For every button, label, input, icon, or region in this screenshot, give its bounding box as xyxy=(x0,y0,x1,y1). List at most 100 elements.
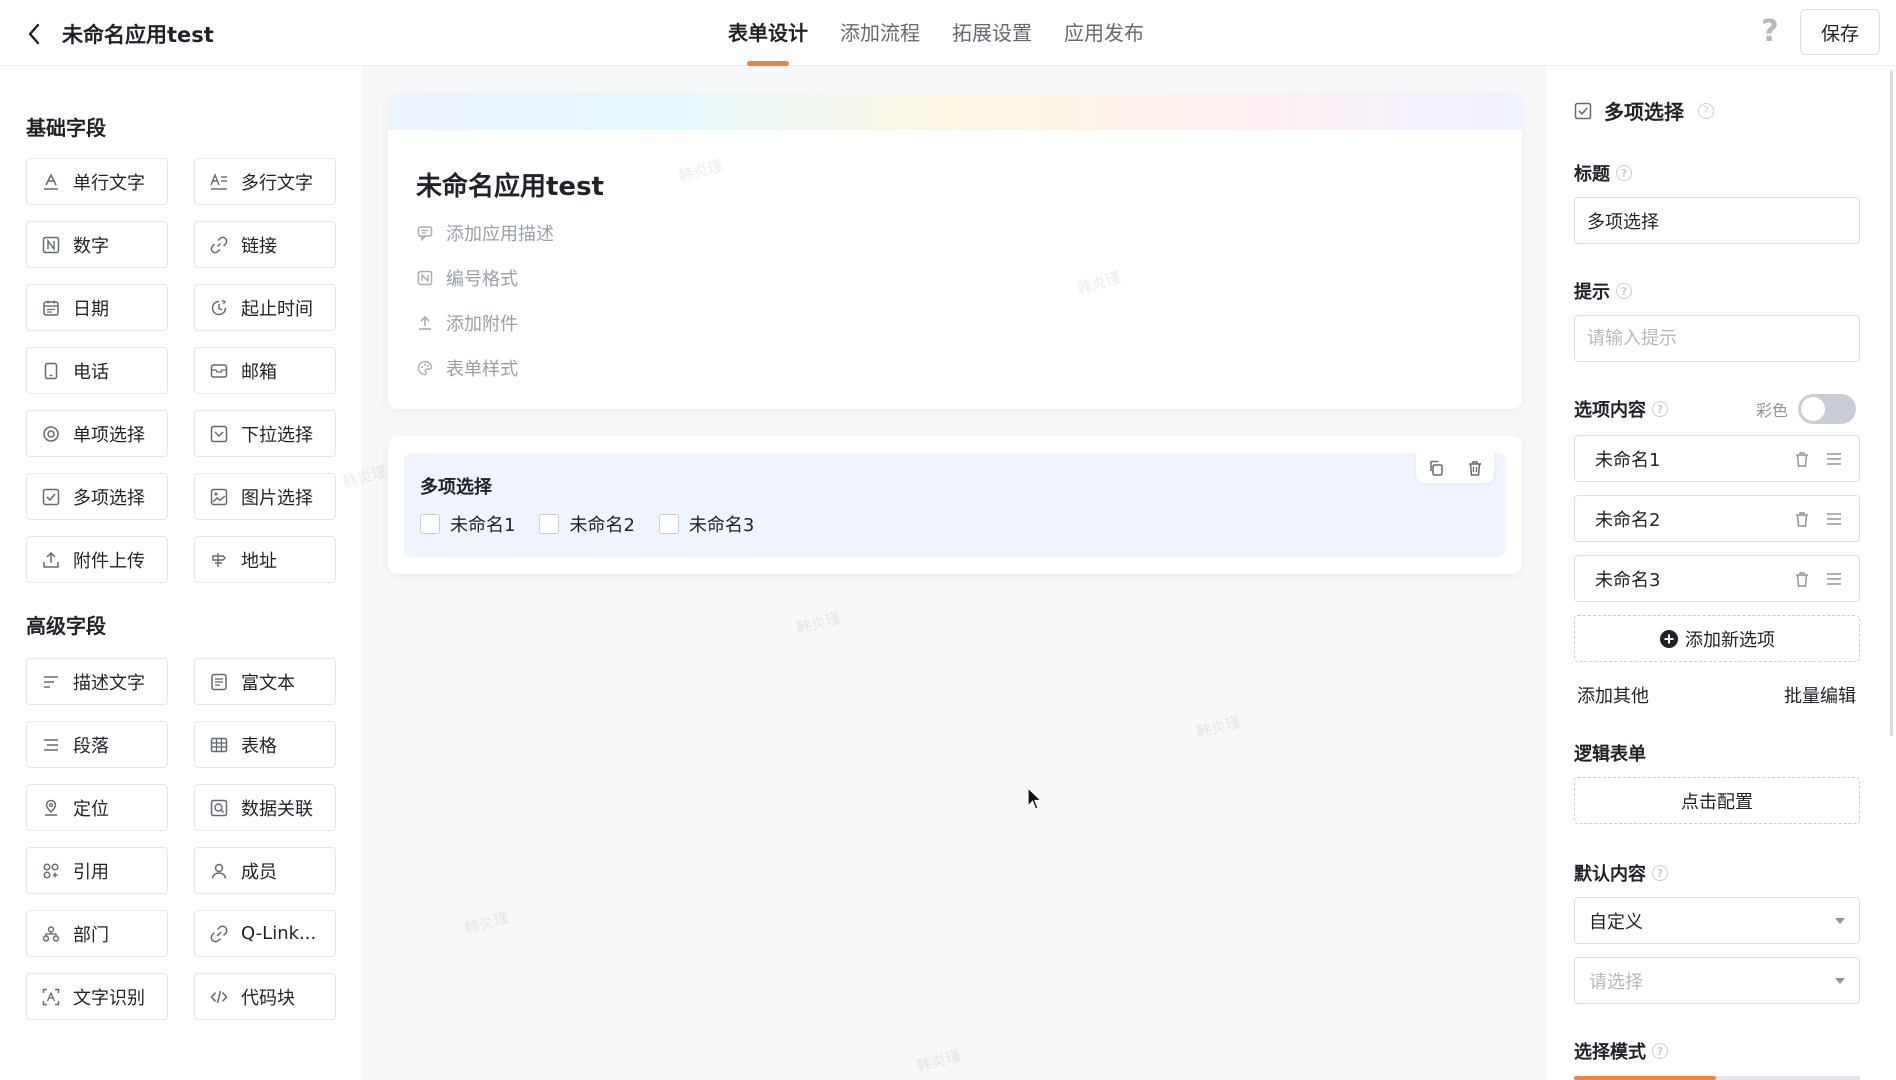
text-line-icon xyxy=(41,172,61,192)
palette-field-rich-text[interactable]: 富文本 xyxy=(194,658,336,705)
palette-field-reference[interactable]: 引用 xyxy=(26,847,168,894)
comment-icon xyxy=(416,224,434,242)
number-format-link[interactable]: 编号格式 xyxy=(416,265,518,291)
palette-field-time-range[interactable]: 起止时间 xyxy=(194,284,336,331)
palette-field-upload[interactable]: 附件上传 xyxy=(26,536,168,583)
palette-field-dropdown[interactable]: 下拉选择 xyxy=(194,410,336,457)
option-editor-row[interactable]: 未命名2 xyxy=(1574,495,1860,542)
tab-app-publish[interactable]: 应用发布 xyxy=(1064,0,1144,66)
palette-field-label: 邮箱 xyxy=(241,361,277,383)
palette-field-mail[interactable]: 邮箱 xyxy=(194,347,336,394)
question-icon[interactable]: ? xyxy=(1616,283,1632,299)
palette-field-code[interactable]: 代码块 xyxy=(194,973,336,1020)
trash-icon[interactable] xyxy=(1791,448,1813,470)
checkbox[interactable] xyxy=(539,514,560,534)
palette-field-paragraph[interactable]: 段落 xyxy=(26,721,168,768)
multi-select-field[interactable]: 多项选择 未命名1 未命名2 未命名3 xyxy=(404,453,1506,557)
back-button[interactable] xyxy=(18,18,50,50)
question-icon[interactable]: ? xyxy=(1652,1043,1668,1059)
trash-icon[interactable] xyxy=(1464,457,1486,479)
palette-field-radio[interactable]: 单项选择 xyxy=(26,410,168,457)
trash-icon[interactable] xyxy=(1791,568,1813,590)
field-toolbar xyxy=(1416,453,1494,483)
default-value-select[interactable]: 请选择 xyxy=(1574,957,1860,1004)
palette-field-table[interactable]: 表格 xyxy=(194,721,336,768)
option-editor-label[interactable]: 未命名3 xyxy=(1595,566,1781,592)
option-editor-row[interactable]: 未命名3 xyxy=(1574,555,1860,602)
option-editor-label[interactable]: 未命名1 xyxy=(1595,446,1781,472)
palette-field-text-multiline[interactable]: 多行文字 xyxy=(194,158,336,205)
tab-add-process[interactable]: 添加流程 xyxy=(840,0,920,66)
default-mode-select[interactable]: 自定义 xyxy=(1574,897,1860,944)
palette-field-checkbox[interactable]: 多项选择 xyxy=(26,473,168,520)
option-editor-label[interactable]: 未命名2 xyxy=(1595,506,1781,532)
palette-field-member[interactable]: 成员 xyxy=(194,847,336,894)
tab-form-design[interactable]: 表单设计 xyxy=(728,0,808,66)
palette-field-label: 链接 xyxy=(241,235,277,257)
add-option-button[interactable]: 添加新选项 xyxy=(1574,615,1860,662)
palette-field-phone[interactable]: 电话 xyxy=(26,347,168,394)
palette-field-link[interactable]: 链接 xyxy=(194,221,336,268)
form-title[interactable]: 未命名应用test xyxy=(416,166,604,203)
palette-field-location[interactable]: 定位 xyxy=(26,784,168,831)
select-mode-bar[interactable] xyxy=(1574,1072,1860,1080)
advanced-fields-title: 高级字段 xyxy=(26,614,106,638)
palette-field-number[interactable]: 数字 xyxy=(26,221,168,268)
form-field-card[interactable]: 多项选择 未命名1 未命名2 未命名3 xyxy=(388,436,1522,574)
add-description-link[interactable]: 添加应用描述 xyxy=(416,220,554,246)
question-icon[interactable]: ? xyxy=(1652,401,1668,417)
help-icon[interactable]: ? xyxy=(1756,16,1784,48)
palette-field-label: 数字 xyxy=(73,235,109,257)
drag-handle-icon[interactable] xyxy=(1823,568,1845,590)
color-toggle[interactable] xyxy=(1798,394,1857,424)
select-mode-label-text: 选择模式 xyxy=(1574,1042,1646,1063)
palette-field-description[interactable]: 描述文字 xyxy=(26,658,168,705)
checkbox[interactable] xyxy=(420,514,440,534)
radio-icon xyxy=(41,424,61,444)
form-style-link[interactable]: 表单样式 xyxy=(416,355,518,381)
copy-icon[interactable] xyxy=(1425,457,1447,479)
option-item[interactable]: 未命名3 xyxy=(658,511,754,537)
title-input[interactable] xyxy=(1574,197,1860,244)
palette-field-label: 地址 xyxy=(241,550,277,572)
tab-extension-settings[interactable]: 拓展设置 xyxy=(952,0,1032,66)
question-icon[interactable]: ? xyxy=(1652,865,1668,881)
form-header-card[interactable]: 未命名应用test 添加应用描述 编号格式 添加附件 表单样式 xyxy=(388,94,1522,409)
palette-field-address[interactable]: 地址 xyxy=(194,536,336,583)
palette-field-department[interactable]: 部门 xyxy=(26,910,168,957)
chevron-down-icon xyxy=(1835,917,1845,924)
hint-input[interactable] xyxy=(1574,315,1860,362)
palette-field-data-link[interactable]: 数据关联 xyxy=(194,784,336,831)
palette-field-text-line[interactable]: 单行文字 xyxy=(26,158,168,205)
add-option-label: 添加新选项 xyxy=(1685,629,1775,651)
option-item[interactable]: 未命名1 xyxy=(420,511,515,537)
palette-field-qlink[interactable]: Q-Link... xyxy=(194,910,336,957)
configure-logic-button[interactable]: 点击配置 xyxy=(1574,777,1860,824)
drag-handle-icon[interactable] xyxy=(1823,508,1845,530)
question-icon[interactable]: ? xyxy=(1616,165,1632,181)
palette-field-calendar[interactable]: 日期 xyxy=(26,284,168,331)
checkbox[interactable] xyxy=(658,514,679,534)
default-value-placeholder: 请选择 xyxy=(1589,971,1643,993)
trash-icon[interactable] xyxy=(1791,508,1813,530)
drag-handle-icon[interactable] xyxy=(1823,448,1845,470)
add-other-link[interactable]: 添加其他 xyxy=(1577,682,1649,708)
palette-field-image[interactable]: 图片选择 xyxy=(194,473,336,520)
option-editor-row[interactable]: 未命名1 xyxy=(1574,435,1860,482)
paragraph-icon xyxy=(41,735,61,755)
palette-field-label: 表格 xyxy=(241,735,277,757)
basic-fields-title: 基础字段 xyxy=(26,116,106,140)
option-label: 未命名1 xyxy=(450,515,516,536)
add-attachment-link[interactable]: 添加附件 xyxy=(416,310,518,336)
palette-field-ocr[interactable]: 文字识别 xyxy=(26,973,168,1020)
batch-edit-link[interactable]: 批量编辑 xyxy=(1784,682,1856,708)
rich-text-icon xyxy=(209,672,229,692)
palette-field-label: 单项选择 xyxy=(73,424,145,446)
save-button[interactable]: 保存 xyxy=(1800,9,1880,55)
default-content-label-text: 默认内容 xyxy=(1574,864,1646,885)
option-item[interactable]: 未命名2 xyxy=(539,511,635,537)
data-link-icon xyxy=(209,798,229,818)
question-icon[interactable]: ? xyxy=(1698,102,1714,119)
properties-scrollbar[interactable] xyxy=(1890,70,1893,736)
palette-field-label: 部门 xyxy=(73,924,109,946)
